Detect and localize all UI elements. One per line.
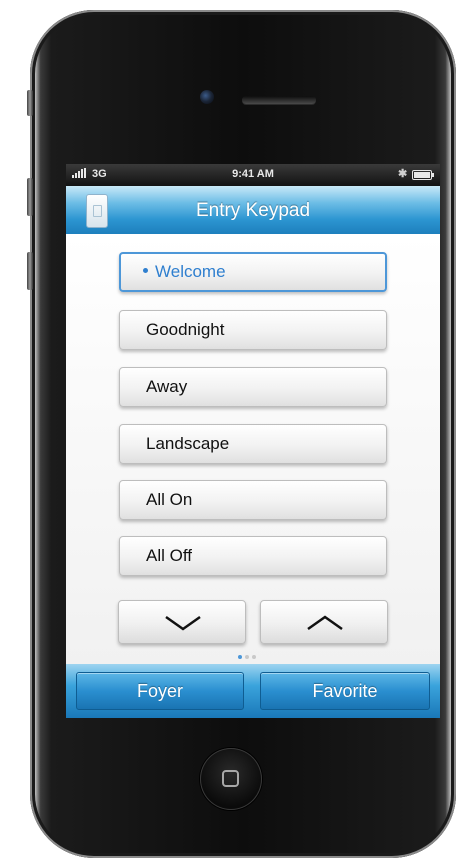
page-indicator: [238, 646, 259, 664]
scene-list: Welcome Goodnight Away Landscape All On …: [66, 234, 440, 664]
bluetooth-icon: ✱: [398, 168, 408, 180]
bottom-bar: Foyer Favorite: [66, 664, 440, 718]
scene-button-welcome[interactable]: Welcome: [119, 252, 387, 292]
volume-up-button: [27, 178, 33, 216]
scene-label: Welcome: [155, 262, 226, 281]
scene-label: Landscape: [146, 434, 230, 453]
scroll-up-button[interactable]: [260, 600, 388, 644]
status-time: 9:41 AM: [232, 168, 274, 180]
home-square-icon: [222, 770, 239, 787]
scene-label: All On: [146, 490, 193, 509]
selected-bullet-icon: [143, 268, 148, 274]
volume-down-button: [27, 252, 33, 290]
scene-label: All Off: [146, 546, 192, 565]
scene-label: Goodnight: [146, 320, 225, 339]
favorite-button[interactable]: Favorite: [260, 672, 430, 710]
scene-button-goodnight[interactable]: Goodnight: [119, 310, 387, 350]
scroll-down-button[interactable]: [118, 600, 246, 644]
page-dot: [252, 655, 256, 659]
app-screen: 3G 9:41 AM ✱ Entry Keypad Welcome Goodni…: [66, 164, 440, 718]
scene-label: Away: [146, 377, 188, 396]
scene-button-all-off[interactable]: All Off: [119, 536, 387, 576]
foyer-button[interactable]: Foyer: [76, 672, 244, 710]
chevron-up-icon: [307, 615, 343, 631]
front-camera: [200, 90, 214, 104]
navigation-bar: Entry Keypad: [66, 186, 440, 234]
page-dot-active: [238, 655, 242, 659]
scene-button-all-on[interactable]: All On: [119, 480, 387, 520]
home-button[interactable]: [200, 748, 262, 810]
battery-icon: [412, 170, 434, 180]
scene-button-away[interactable]: Away: [119, 367, 387, 407]
earpiece-speaker: [242, 96, 316, 104]
scene-button-landscape[interactable]: Landscape: [119, 424, 387, 464]
page-dot: [245, 655, 249, 659]
page-title: Entry Keypad: [195, 200, 311, 221]
mute-switch: [27, 90, 33, 116]
status-bar: 3G 9:41 AM ✱: [66, 164, 440, 186]
chevron-down-icon: [165, 615, 201, 631]
